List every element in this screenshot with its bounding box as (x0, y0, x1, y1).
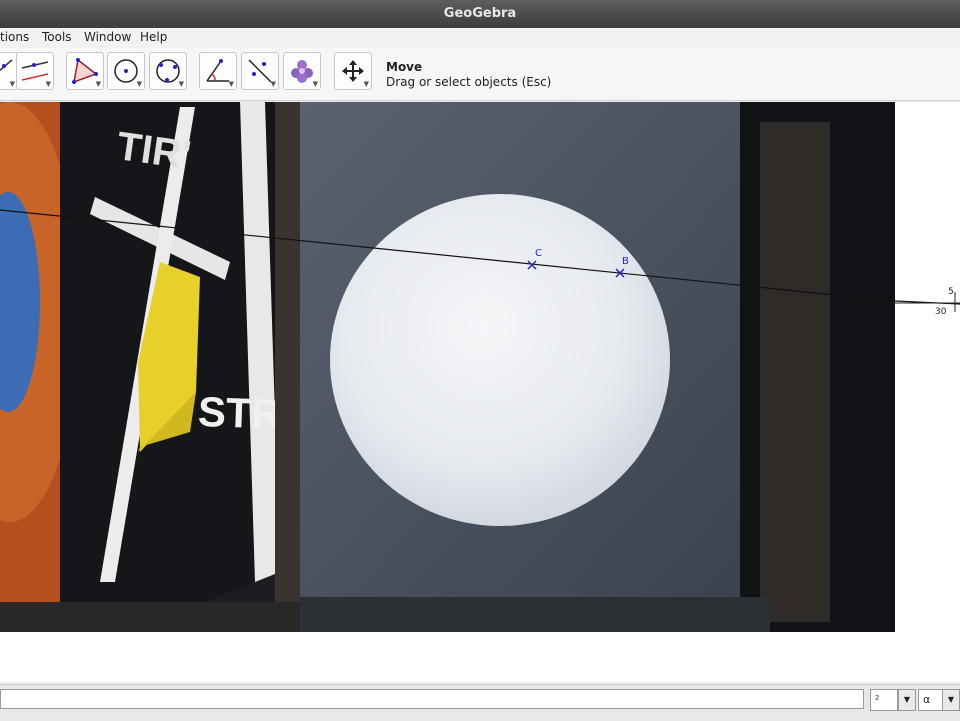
window-title: GeoGebra (0, 0, 960, 28)
tool-menu-arrow-icon: ▼ (136, 80, 142, 88)
tool-help: Move Drag or select objects (Esc) (386, 60, 551, 89)
point-c-marker[interactable] (527, 260, 537, 270)
point-b-marker[interactable] (615, 268, 625, 278)
x-axis-tick-label: 30 (935, 307, 947, 317)
tool-menu-arrow-icon: ▼ (363, 80, 369, 88)
symbol-combo-arrow-icon[interactable]: ▼ (898, 689, 916, 711)
tool-menu-arrow-icon: ▼ (312, 80, 318, 88)
input-bar: ² ▼ α ▼ (0, 684, 960, 721)
input-field[interactable] (0, 689, 864, 709)
active-tool-description: Drag or select objects (Esc) (386, 75, 552, 89)
circle-three-points-tool-button[interactable]: ▼ (149, 52, 187, 90)
point-b-label: B (622, 256, 629, 267)
menu-window[interactable]: Window (84, 30, 131, 44)
graphics-view[interactable]: STRO TIR' C B 30 5 (0, 102, 960, 682)
tool-menu-arrow-icon: ▼ (178, 80, 184, 88)
tool-menu-arrow-icon: ▼ (228, 80, 234, 88)
circle-center-point-tool-button[interactable]: ▼ (107, 52, 145, 90)
tool-menu-arrow-icon: ▼ (270, 80, 276, 88)
point-c-label: C (535, 248, 542, 259)
move-graphics-view-tool-button[interactable]: ▼ (334, 52, 372, 90)
y-axis-tick-label: 5 (948, 287, 954, 297)
parallel-lines-tool-button[interactable]: ▼ (16, 52, 54, 90)
menu-bar: tions Tools Window Help (0, 28, 960, 48)
symbol-combo[interactable]: ² (870, 689, 898, 711)
slider-tool-button[interactable]: ▼ (283, 52, 321, 90)
polygon-tool-button[interactable]: ▼ (66, 52, 104, 90)
reflect-tool-button[interactable]: ▼ (241, 52, 279, 90)
active-tool-name: Move (386, 60, 423, 74)
greek-combo[interactable]: α (918, 689, 944, 711)
menu-help[interactable]: Help (140, 30, 167, 44)
angle-tool-button[interactable]: ▼ (199, 52, 237, 90)
tool-menu-arrow-icon: ▼ (95, 80, 101, 88)
geometry-overlay (527, 260, 960, 312)
tool-menu-arrow-icon: ▼ (45, 80, 51, 88)
greek-combo-arrow-icon[interactable]: ▼ (942, 689, 960, 711)
tool-menu-arrow-icon: ▼ (9, 80, 15, 88)
menu-options[interactable]: tions (0, 30, 29, 44)
menu-tools[interactable]: Tools (42, 30, 72, 44)
